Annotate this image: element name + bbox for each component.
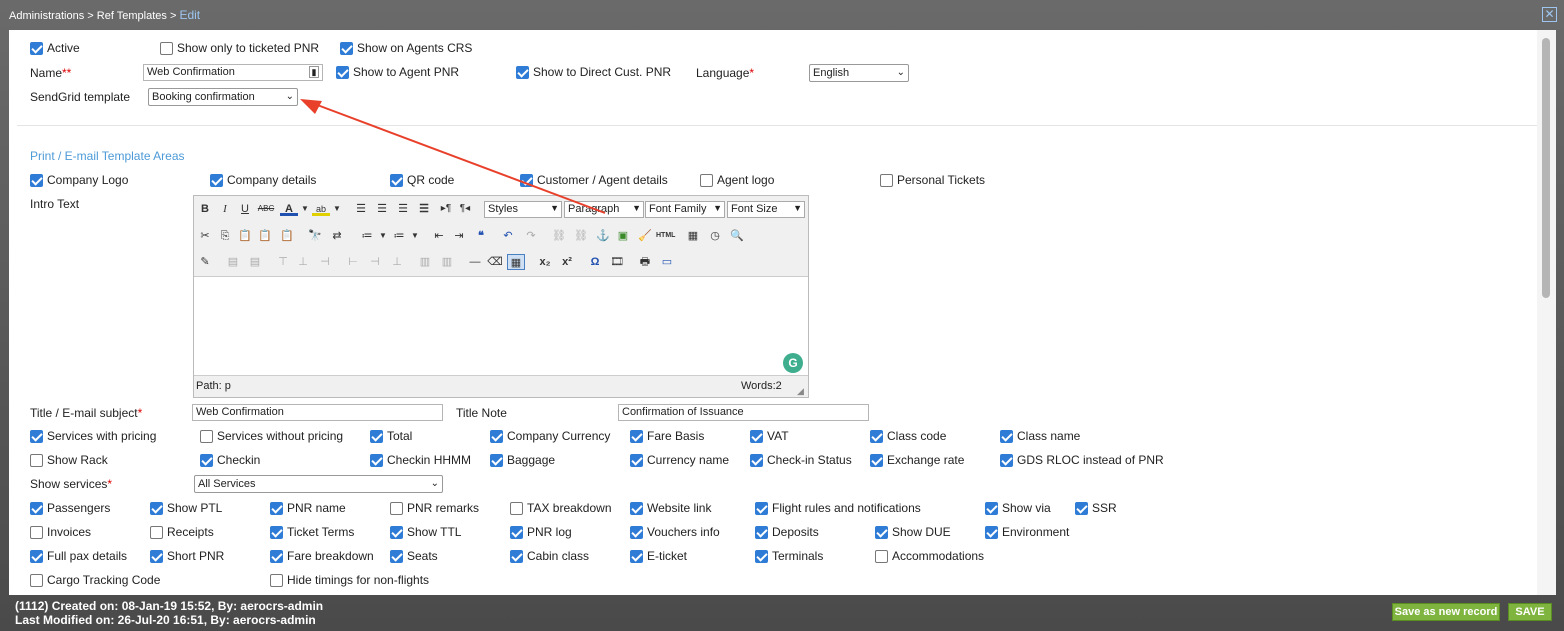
modified-info: Last Modified on: 26-Jul-20 16:51, By: a… bbox=[15, 613, 316, 627]
save-as-new-button[interactable]: Save as new record bbox=[1392, 603, 1500, 621]
modal-window: Administrations > Ref Templates > Edit ✕… bbox=[0, 0, 1564, 631]
created-info: (1112) Created on: 08-Jan-19 15:52, By: … bbox=[15, 599, 324, 613]
annotation-arrow bbox=[300, 99, 606, 214]
save-button[interactable]: SAVE bbox=[1508, 603, 1552, 621]
arrow-head bbox=[300, 99, 322, 114]
footer-bar: (1112) Created on: 08-Jan-19 15:52, By: … bbox=[0, 595, 1564, 631]
arrow-line bbox=[311, 102, 606, 214]
